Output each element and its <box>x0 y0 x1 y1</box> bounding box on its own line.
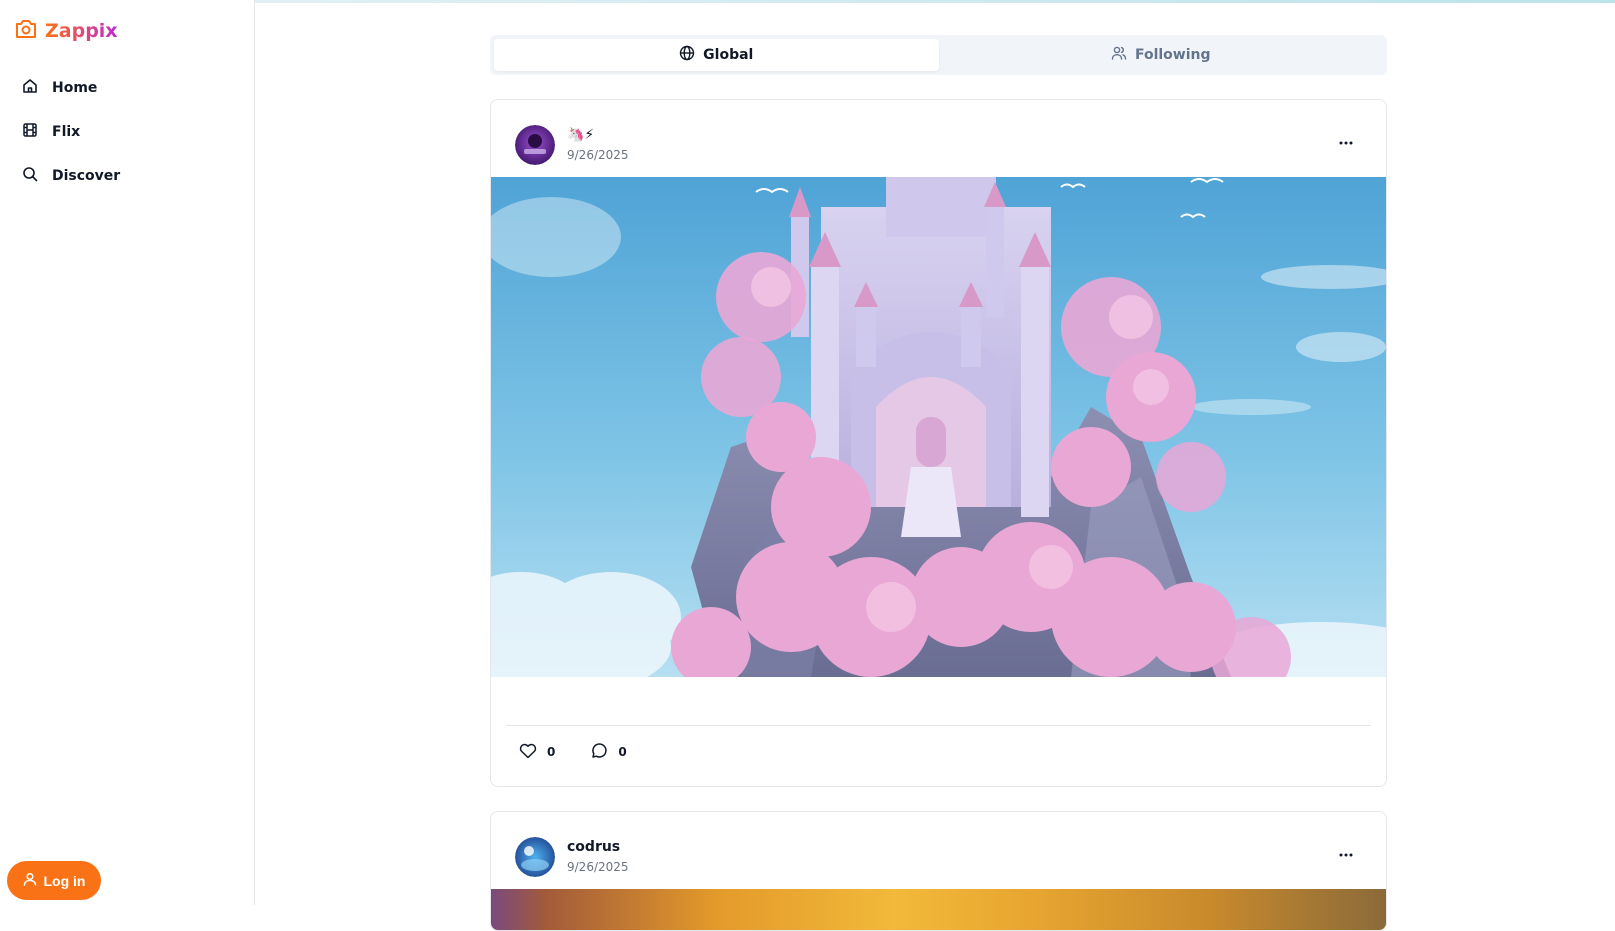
avatar[interactable] <box>515 837 555 877</box>
post-image[interactable] <box>491 889 1386 930</box>
like-button[interactable]: 0 <box>519 742 555 762</box>
post-actions: 0 0 <box>519 742 627 762</box>
more-options-icon[interactable] <box>1336 845 1356 865</box>
heart-icon <box>519 743 537 762</box>
avatar[interactable] <box>515 125 555 165</box>
comment-count: 0 <box>618 745 627 759</box>
sidebar-item-label: Home <box>52 80 98 96</box>
like-count: 0 <box>547 745 556 759</box>
tab-label: Following <box>1134 47 1211 63</box>
sidebar-item-label: Discover <box>52 168 121 184</box>
comment-button[interactable]: 0 <box>591 742 627 762</box>
users-icon <box>1111 45 1127 65</box>
comment-icon <box>591 742 608 762</box>
sidebar-item-discover[interactable]: Discover <box>22 154 120 198</box>
brand-logo[interactable]: Zappix <box>14 18 118 44</box>
globe-icon <box>679 45 695 65</box>
tab-label: Global <box>703 47 754 63</box>
more-options-icon[interactable] <box>1336 133 1356 153</box>
post-author[interactable]: 🦄⚡ <box>567 127 594 143</box>
tab-global[interactable]: Global <box>494 39 939 71</box>
search-icon <box>22 166 38 186</box>
tab-following[interactable]: Following <box>939 39 1384 71</box>
sidebar-nav: Home Flix Discover <box>22 66 120 198</box>
post-header: codrus 9/26/2025 <box>491 812 1386 889</box>
sidebar-item-flix[interactable]: Flix <box>22 110 120 154</box>
film-icon <box>22 122 38 142</box>
sidebar: Zappix Home Flix Discover Log in <box>0 0 255 905</box>
post-card: 🦄⚡ 9/26/2025 0 0 <box>490 99 1387 787</box>
login-button[interactable]: Log in <box>7 861 101 900</box>
brand-name: Zappix <box>45 20 118 42</box>
sidebar-item-home[interactable]: Home <box>22 66 120 110</box>
feed-tabs: Global Following <box>490 35 1387 75</box>
post-date: 9/26/2025 <box>567 860 629 874</box>
user-icon <box>23 872 37 889</box>
post-divider <box>506 725 1371 726</box>
login-label: Log in <box>43 872 86 889</box>
post-image[interactable] <box>491 177 1386 677</box>
post-header: 🦄⚡ 9/26/2025 <box>491 100 1386 177</box>
post-card: codrus 9/26/2025 <box>490 811 1387 931</box>
home-icon <box>22 78 38 98</box>
sidebar-item-label: Flix <box>52 124 81 140</box>
post-date: 9/26/2025 <box>567 148 629 162</box>
camera-icon <box>14 18 38 44</box>
post-author[interactable]: codrus <box>567 839 620 855</box>
